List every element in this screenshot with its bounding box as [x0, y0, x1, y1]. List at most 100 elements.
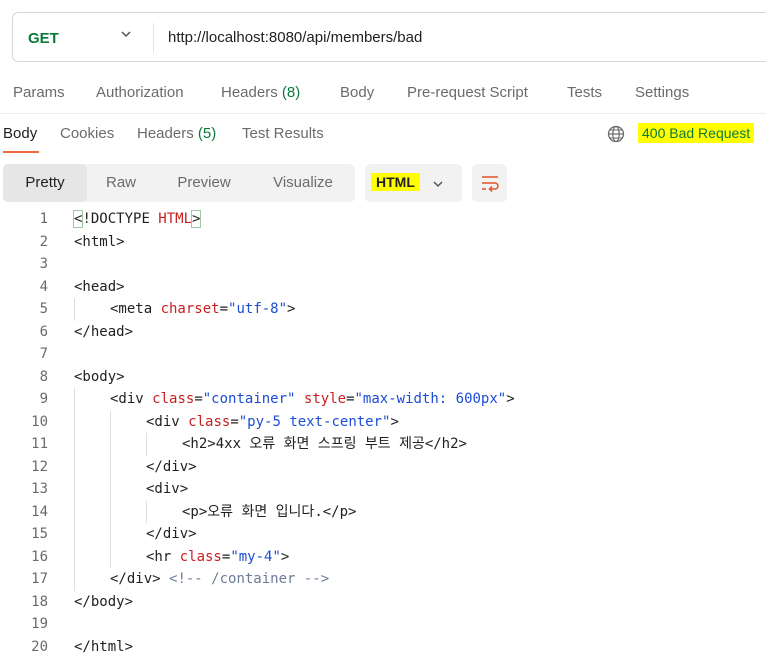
- response-tab-test-results[interactable]: Test Results: [242, 125, 324, 142]
- code-token: <body>: [74, 368, 125, 385]
- globe-icon[interactable]: [607, 125, 625, 148]
- tab-label: Settings: [635, 84, 690, 101]
- code-token: <div: [146, 413, 189, 430]
- code-line: 4 <head>: [0, 276, 766, 298]
- code-text: <div class="py-5 text-center">: [146, 411, 399, 433]
- code-line: 8 <body>: [0, 366, 766, 388]
- response-tab-headers[interactable]: Headers (5): [137, 125, 216, 142]
- code-text: </div>: [146, 456, 197, 478]
- code-line: 7: [0, 343, 766, 365]
- code-line: 9 <div class="container" style="max-width…: [0, 388, 766, 411]
- tab-label: Tests: [567, 84, 603, 101]
- code-token: class: [188, 413, 231, 430]
- code-token: >: [506, 391, 515, 407]
- line-number: 10: [31, 413, 48, 430]
- chevron-down-icon[interactable]: [119, 27, 133, 46]
- indent-guide: [74, 478, 75, 501]
- code-token: </head>: [74, 323, 134, 340]
- view-preview-button[interactable]: Preview: [163, 164, 245, 202]
- code-token: 4xx 오류 화면 스프링 부트 제공: [215, 436, 425, 452]
- code-text: </div> <!-- /container -->: [110, 568, 329, 590]
- indent-guide: [74, 500, 75, 523]
- code-token: <hr: [146, 548, 180, 565]
- tab-label: Pre-request Script: [407, 84, 528, 101]
- code-text: <body>: [74, 366, 125, 388]
- code-text: <html>: [74, 231, 125, 253]
- tab-label: Authorization: [96, 84, 184, 101]
- code-token: "utf-8": [228, 301, 288, 317]
- line-number: 18: [31, 593, 48, 610]
- code-line: 2 <html>: [0, 231, 766, 253]
- code-text: <div>: [146, 478, 188, 500]
- indent-guide: [110, 478, 111, 501]
- language-label: HTML: [371, 173, 420, 191]
- code-token: "container": [202, 391, 296, 407]
- code-token: </html>: [74, 638, 134, 655]
- code-text: <hr class="my-4">: [146, 546, 289, 568]
- line-number: 1: [39, 211, 48, 227]
- code-line: 5 <meta charset="utf-8">: [0, 298, 766, 321]
- response-tab-cookies[interactable]: Cookies: [60, 125, 114, 142]
- line-number: 2: [39, 233, 48, 250]
- tab-label: Body: [340, 84, 375, 101]
- request-tabs: Params Authorization Headers (8) Body Pr…: [0, 84, 766, 102]
- indent-guide: [74, 410, 75, 433]
- tab-params[interactable]: Params: [13, 84, 65, 101]
- code-line: 17 </div> <!-- /container -->: [0, 568, 766, 591]
- view-mode-switcher: Pretty Raw Preview Visualize: [3, 164, 355, 202]
- tab-label: Body: [3, 125, 38, 142]
- method-select[interactable]: GET: [28, 30, 59, 47]
- code-text: </head>: [74, 321, 133, 343]
- code-token: </div>: [110, 571, 170, 587]
- response-tab-body[interactable]: Body: [3, 125, 37, 142]
- wrap-lines-button[interactable]: [472, 164, 507, 202]
- tab-label: Headers: [137, 125, 194, 142]
- tab-tests[interactable]: Tests: [567, 84, 602, 101]
- indent-guide: [74, 298, 75, 321]
- language-select[interactable]: HTML: [365, 164, 462, 202]
- code-text: </html>: [74, 636, 133, 658]
- code-line: 1 <!DOCTYPE HTML>: [0, 208, 766, 230]
- view-raw-button[interactable]: Raw: [87, 164, 155, 202]
- code-token: =: [230, 413, 239, 430]
- code-token: <div>: [146, 481, 189, 497]
- tab-headers[interactable]: Headers (8): [221, 84, 300, 101]
- view-visualize-button[interactable]: Visualize: [258, 164, 348, 202]
- code-token: "my-4": [230, 548, 281, 565]
- active-tab-underline: [3, 151, 39, 153]
- divider: [0, 113, 766, 114]
- code-line: 6 </head>: [0, 321, 766, 343]
- url-input[interactable]: http://localhost:8080/api/members/bad: [168, 29, 422, 46]
- indent-guide: [74, 545, 75, 568]
- code-token: </body>: [74, 593, 134, 610]
- code-token: 오류 화면 입니다.: [207, 503, 323, 520]
- line-number: 16: [31, 548, 48, 565]
- indent-guide: [110, 455, 111, 478]
- tab-body[interactable]: Body: [340, 84, 374, 101]
- code-line: 18 </body>: [0, 591, 766, 613]
- code-token: style: [303, 391, 347, 407]
- code-text: <meta charset="utf-8">: [110, 298, 295, 320]
- code-token: <meta: [110, 301, 161, 317]
- indent-guide: [74, 455, 75, 478]
- tab-pre-request-script[interactable]: Pre-request Script: [407, 84, 528, 101]
- tab-count: (8): [281, 84, 301, 101]
- line-number: 7: [39, 346, 48, 362]
- line-number: 9: [39, 391, 48, 407]
- line-number: 19: [31, 616, 48, 632]
- tab-label: Test Results: [242, 125, 324, 142]
- view-pretty-button[interactable]: Pretty: [3, 164, 87, 202]
- code-line: 10 <div class="py-5 text-center">: [0, 410, 766, 433]
- line-number: 20: [31, 638, 48, 655]
- code-token: <head>: [74, 278, 125, 295]
- tab-authorization[interactable]: Authorization: [96, 84, 184, 101]
- url-divider: [153, 23, 154, 53]
- indent-guide: [110, 523, 111, 546]
- line-number: 6: [39, 323, 48, 340]
- code-token: "max-width: 600px": [354, 391, 507, 407]
- line-number: 17: [31, 571, 48, 587]
- indent-guide: [110, 410, 111, 433]
- code-token: =: [219, 301, 229, 317]
- tab-settings[interactable]: Settings: [635, 84, 689, 101]
